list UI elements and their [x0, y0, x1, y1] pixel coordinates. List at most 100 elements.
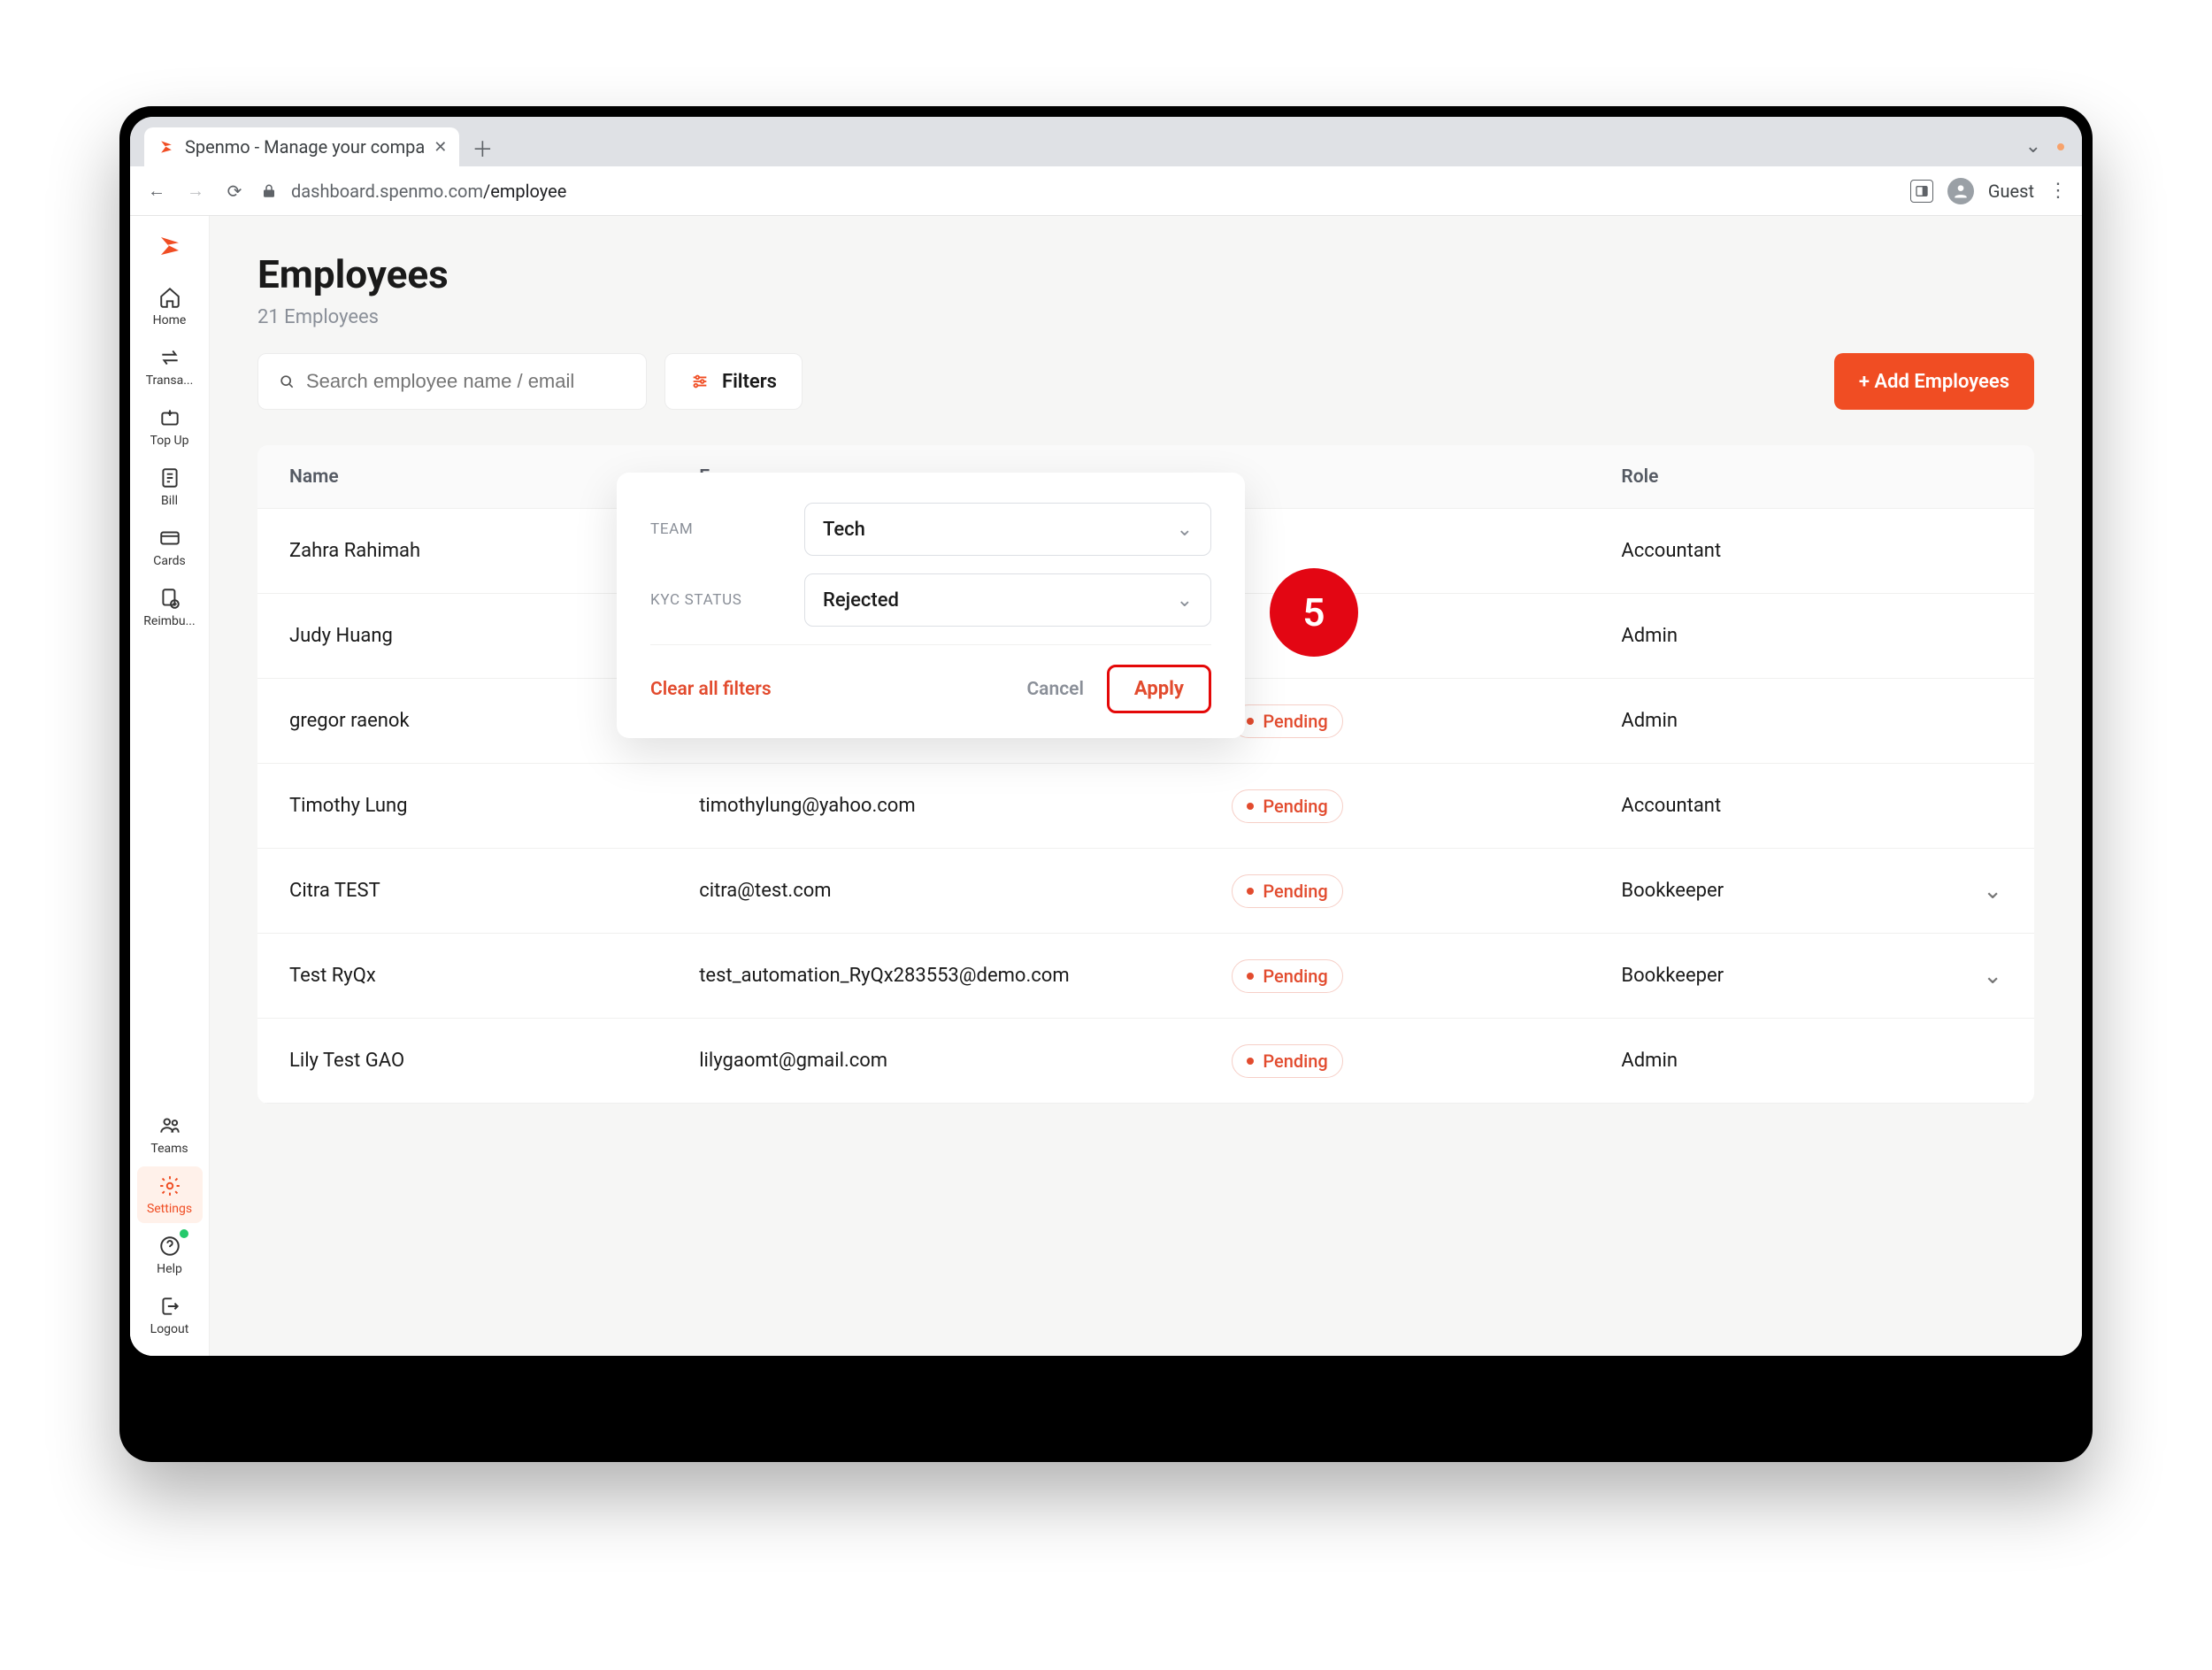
cell-name: Lily Test GAO [289, 1050, 699, 1072]
status-text: Pending [1263, 1050, 1327, 1072]
sidebar-item-topup[interactable]: Top Up [137, 398, 203, 455]
search-input[interactable] [306, 370, 626, 393]
status-text: Pending [1263, 966, 1327, 987]
nav-reload-icon[interactable]: ⟳ [222, 181, 247, 202]
tabs-menu-icon[interactable]: ⌄ [2025, 135, 2041, 158]
sidebar-item-bill[interactable]: Bill [137, 458, 203, 515]
cell-status: Pending [1232, 704, 1621, 738]
apply-button[interactable]: Apply [1107, 665, 1211, 713]
filter-team-value: Tech [823, 519, 865, 541]
sidebar-item-logout[interactable]: Logout [137, 1287, 203, 1343]
cell-role: Admin [1621, 1050, 1949, 1072]
cell-email: citra@test.com [699, 880, 1232, 902]
filter-team-select[interactable]: Tech ⌄ [804, 503, 1211, 556]
screen: Spenmo - Manage your compa ✕ ＋ ⌄ ← → ⟳ d… [130, 117, 2082, 1356]
cell-status: Pending [1232, 1044, 1621, 1078]
status-dot-icon [1247, 888, 1254, 895]
sidebar-label: Logout [150, 1322, 189, 1336]
lock-icon[interactable] [261, 183, 277, 199]
sidebar-item-cards[interactable]: Cards [137, 519, 203, 575]
table-row[interactable]: Lily Test GAOlilygaomt@gmail.com Pending A… [257, 1019, 2034, 1104]
app-logo-icon[interactable] [152, 228, 188, 264]
chevron-down-icon: ⌄ [1983, 878, 2002, 904]
filters-actions: Clear all filters Cancel Apply [650, 665, 1211, 713]
table-row[interactable]: Timothy Lungtimothylung@yahoo.comPending… [257, 764, 2034, 849]
cell-status: Pending [1232, 789, 1621, 823]
table-row[interactable]: Citra TESTcitra@test.comPendingBookkeepe… [257, 849, 2034, 934]
cancel-button[interactable]: Cancel [1026, 679, 1083, 700]
panel-toggle-icon[interactable] [1910, 180, 1933, 203]
status-dot-icon [1247, 973, 1254, 980]
clear-filters-button[interactable]: Clear all filters [650, 679, 772, 700]
cell-role: Bookkeeper [1621, 880, 1949, 902]
sidebar-label: Home [153, 313, 187, 327]
sidebar-item-help[interactable]: Help [137, 1227, 203, 1283]
search-icon [278, 373, 296, 390]
table-row[interactable]: Test RyQxtest_automation_RyQx283553@demo… [257, 934, 2034, 1019]
cell-role: Admin [1621, 710, 1949, 732]
window-indicator-icon [2057, 143, 2064, 150]
cell-email: lilygaomt@gmail.com [699, 1050, 1232, 1072]
cards-icon [157, 526, 182, 550]
sidebar-item-home[interactable]: Home [137, 278, 203, 335]
topup-icon [157, 405, 182, 430]
add-employees-button[interactable]: + Add Employees [1834, 353, 2034, 410]
profile-label[interactable]: Guest [1988, 181, 2034, 202]
search-input-wrap[interactable] [257, 353, 647, 410]
filter-kyc-select[interactable]: Rejected ⌄ [804, 573, 1211, 627]
row-expand[interactable]: ⌄ [1949, 878, 2002, 904]
status-badge: Pending [1232, 959, 1342, 993]
new-tab-button[interactable]: ＋ [466, 131, 498, 163]
nav-back-icon[interactable]: ← [144, 180, 169, 202]
url-text[interactable]: dashboard.spenmo.com/employee [291, 181, 566, 202]
browser-menu-icon[interactable]: ⋮ [2048, 180, 2068, 202]
cell-email: test_automation_RyQx283553@demo.com [699, 965, 1232, 987]
filter-kyc-label: KYC STATUS [650, 591, 783, 609]
filters-popover: TEAM Tech ⌄ KYC STATUS Rejected ⌄ [617, 473, 1245, 738]
transactions-icon [157, 345, 182, 370]
logout-icon [157, 1294, 182, 1319]
browser-tab[interactable]: Spenmo - Manage your compa ✕ [144, 127, 459, 166]
browser-urlbar: ← → ⟳ dashboard.spenmo.com/employee Gues… [130, 166, 2082, 216]
cell-status: Pending [1232, 874, 1621, 908]
status-dot-icon [1247, 1058, 1254, 1065]
add-employees-label: + Add Employees [1859, 371, 2009, 393]
sidebar-item-reimbursement[interactable]: Reimbu... [137, 579, 203, 635]
app: Home Transa... Top Up Bill Cards [130, 216, 2082, 1356]
bill-icon [157, 466, 182, 490]
filters-button[interactable]: Filters [664, 353, 803, 410]
filter-kyc-value: Rejected [823, 589, 899, 612]
status-dot-icon [1247, 718, 1254, 725]
sidebar: Home Transa... Top Up Bill Cards [130, 216, 210, 1356]
status-badge: Pending [1232, 704, 1342, 738]
profile-avatar-icon[interactable] [1947, 178, 1974, 204]
sidebar-item-teams[interactable]: Teams [137, 1106, 203, 1163]
cell-name: Timothy Lung [289, 795, 699, 817]
sidebar-item-transactions[interactable]: Transa... [137, 338, 203, 395]
chevron-down-icon: ⌄ [1177, 589, 1193, 612]
url-host: dashboard.spenmo.com [291, 181, 483, 202]
browser-tabbar: Spenmo - Manage your compa ✕ ＋ ⌄ [130, 117, 2082, 166]
sliders-icon [690, 372, 710, 391]
home-icon [157, 285, 182, 310]
help-icon [157, 1234, 182, 1258]
sidebar-item-settings[interactable]: Settings [137, 1166, 203, 1223]
cell-name: Test RyQx [289, 965, 699, 987]
cell-role: Accountant [1621, 795, 1949, 817]
monitor-frame: Spenmo - Manage your compa ✕ ＋ ⌄ ← → ⟳ d… [119, 106, 2093, 1462]
cell-email: timothylung@yahoo.com [699, 795, 1232, 817]
sidebar-label: Settings [147, 1202, 192, 1216]
status-badge: Pending [1232, 789, 1342, 823]
page-subtitle: 21 Employees [257, 306, 2034, 328]
row-expand[interactable]: ⌄ [1949, 963, 2002, 989]
cell-status: Pending [1232, 959, 1621, 993]
sidebar-label: Reimbu... [143, 614, 195, 628]
step-badge: 5 [1270, 568, 1358, 657]
tab-close-icon[interactable]: ✕ [434, 138, 447, 157]
cell-role: Bookkeeper [1621, 965, 1949, 987]
toolbar: Filters + Add Employees [257, 353, 2034, 410]
monitor-stand [876, 1354, 1336, 1451]
chevron-down-icon: ⌄ [1177, 519, 1193, 541]
status-text: Pending [1263, 881, 1327, 902]
nav-forward-icon[interactable]: → [183, 180, 208, 202]
